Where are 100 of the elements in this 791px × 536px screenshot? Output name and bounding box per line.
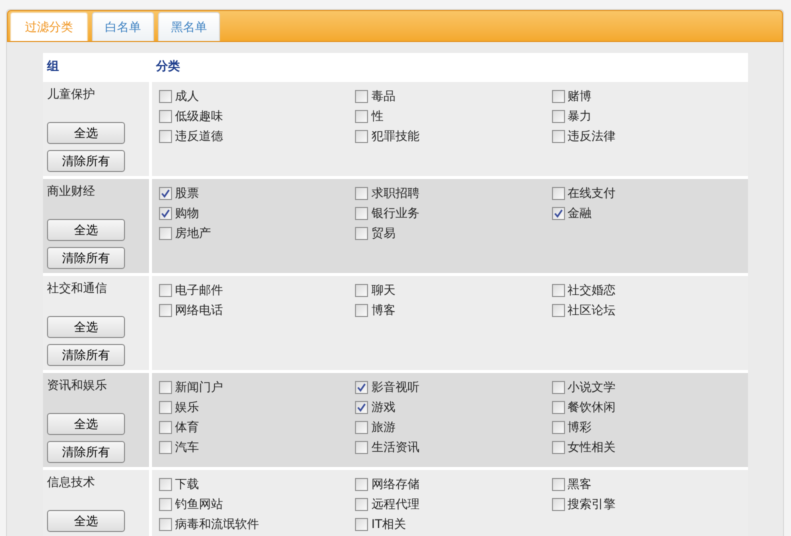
check-icon — [554, 208, 563, 218]
group-action-button[interactable]: 清除所有 — [47, 344, 125, 366]
category-label: 旅游 — [371, 419, 396, 436]
category-label: 违反法律 — [568, 128, 616, 145]
category-label: 违反道德 — [175, 128, 223, 145]
checkbox[interactable] — [552, 186, 565, 200]
checkbox[interactable] — [552, 304, 565, 316]
category-label: 购物 — [175, 205, 199, 222]
group-action-button[interactable]: 全选 — [47, 510, 125, 532]
group-action-button[interactable]: 全选 — [47, 316, 125, 338]
checkbox[interactable] — [159, 206, 172, 220]
checkbox[interactable] — [552, 400, 565, 414]
category-label: 电子邮件 — [175, 282, 223, 299]
category-label: 在线支付 — [568, 185, 616, 202]
group-name: 信息技术 — [47, 474, 96, 490]
tab[interactable]: 白名单 — [92, 12, 154, 41]
checkbox[interactable] — [355, 440, 368, 454]
checkbox[interactable] — [552, 478, 565, 490]
category-label: 求职招聘 — [371, 185, 420, 202]
checkbox[interactable] — [355, 400, 368, 414]
checkbox[interactable] — [159, 400, 172, 414]
category-label: 金融 — [568, 205, 592, 222]
category-label: 博客 — [371, 302, 396, 319]
checkbox[interactable] — [159, 518, 172, 530]
checkbox[interactable] — [159, 186, 172, 200]
checkbox[interactable] — [159, 478, 172, 490]
category-label: 社区论坛 — [568, 302, 616, 319]
category-label: 网络存储 — [371, 476, 420, 493]
category-label: 成人 — [175, 88, 199, 105]
checkbox[interactable] — [552, 380, 565, 394]
group-action-button[interactable]: 清除所有 — [47, 441, 125, 463]
category-label: 小说文学 — [568, 379, 616, 396]
category-label: 影音视听 — [371, 379, 420, 396]
checkbox[interactable] — [552, 130, 565, 142]
group-action-button[interactable]: 全选 — [47, 219, 125, 241]
category-label: 体育 — [175, 419, 199, 436]
checkbox[interactable] — [159, 226, 172, 240]
checkbox[interactable] — [159, 498, 172, 510]
checkbox[interactable] — [355, 284, 368, 296]
category-label: 病毒和流氓软件 — [175, 516, 259, 533]
checkbox[interactable] — [159, 440, 172, 454]
checkbox[interactable] — [355, 90, 368, 102]
group-action-button[interactable]: 清除所有 — [47, 150, 125, 172]
checkbox[interactable] — [355, 478, 368, 490]
category-label: 钓鱼网站 — [175, 496, 223, 513]
category-label: 犯罪技能 — [371, 128, 420, 145]
category-label: 毒品 — [371, 88, 396, 105]
check-icon — [357, 382, 366, 392]
checkbox[interactable] — [355, 206, 368, 220]
check-icon — [357, 402, 366, 412]
checkbox[interactable] — [159, 284, 172, 296]
checkbox[interactable] — [552, 90, 565, 102]
category-label: IT相关 — [371, 516, 406, 533]
checkbox[interactable] — [159, 380, 172, 394]
checkbox[interactable] — [355, 304, 368, 316]
checkbox[interactable] — [355, 130, 368, 142]
category-label: 低级趣味 — [175, 108, 223, 125]
checkbox[interactable] — [355, 498, 368, 510]
group-action-button[interactable]: 清除所有 — [47, 247, 125, 269]
checkbox[interactable] — [552, 498, 565, 510]
checkbox[interactable] — [355, 518, 368, 530]
column-header: 分类 — [154, 58, 180, 75]
category-label: 银行业务 — [371, 205, 420, 222]
category-label: 生活资讯 — [371, 439, 420, 456]
group-name: 商业财经 — [47, 183, 96, 199]
category-label: 赌博 — [568, 88, 592, 105]
group-name: 社交和通信 — [47, 280, 108, 296]
category-label: 远程代理 — [371, 496, 420, 513]
check-icon — [161, 188, 170, 198]
group-action-button[interactable]: 全选 — [47, 122, 125, 144]
tab[interactable]: 黑名单 — [158, 12, 220, 41]
checkbox[interactable] — [159, 110, 172, 122]
category-label: 股票 — [175, 185, 199, 202]
checkbox[interactable] — [159, 130, 172, 142]
check-icon — [161, 208, 170, 218]
category-label: 搜索引擎 — [568, 496, 616, 513]
checkbox[interactable] — [552, 206, 565, 220]
checkbox[interactable] — [355, 420, 368, 434]
category-label: 下载 — [175, 476, 199, 493]
checkbox[interactable] — [552, 110, 565, 122]
checkbox[interactable] — [552, 440, 565, 454]
category-label: 游戏 — [371, 399, 396, 416]
group-name: 儿童保护 — [47, 86, 96, 102]
checkbox[interactable] — [355, 380, 368, 394]
category-label: 网络电话 — [175, 302, 223, 319]
column-header: 组 — [46, 58, 60, 75]
checkbox[interactable] — [355, 226, 368, 240]
checkbox[interactable] — [355, 186, 368, 200]
checkbox[interactable] — [159, 420, 172, 434]
category-label: 新闻门户 — [175, 379, 223, 396]
category-label: 博彩 — [568, 419, 592, 436]
group-action-button[interactable]: 全选 — [47, 413, 125, 435]
checkbox[interactable] — [159, 90, 172, 102]
checkbox[interactable] — [355, 110, 368, 122]
category-label: 黑客 — [568, 476, 592, 493]
checkbox[interactable] — [159, 304, 172, 316]
checkbox[interactable] — [552, 420, 565, 434]
category-label: 社交婚恋 — [568, 282, 616, 299]
category-label: 房地产 — [175, 225, 211, 242]
checkbox[interactable] — [552, 284, 565, 296]
